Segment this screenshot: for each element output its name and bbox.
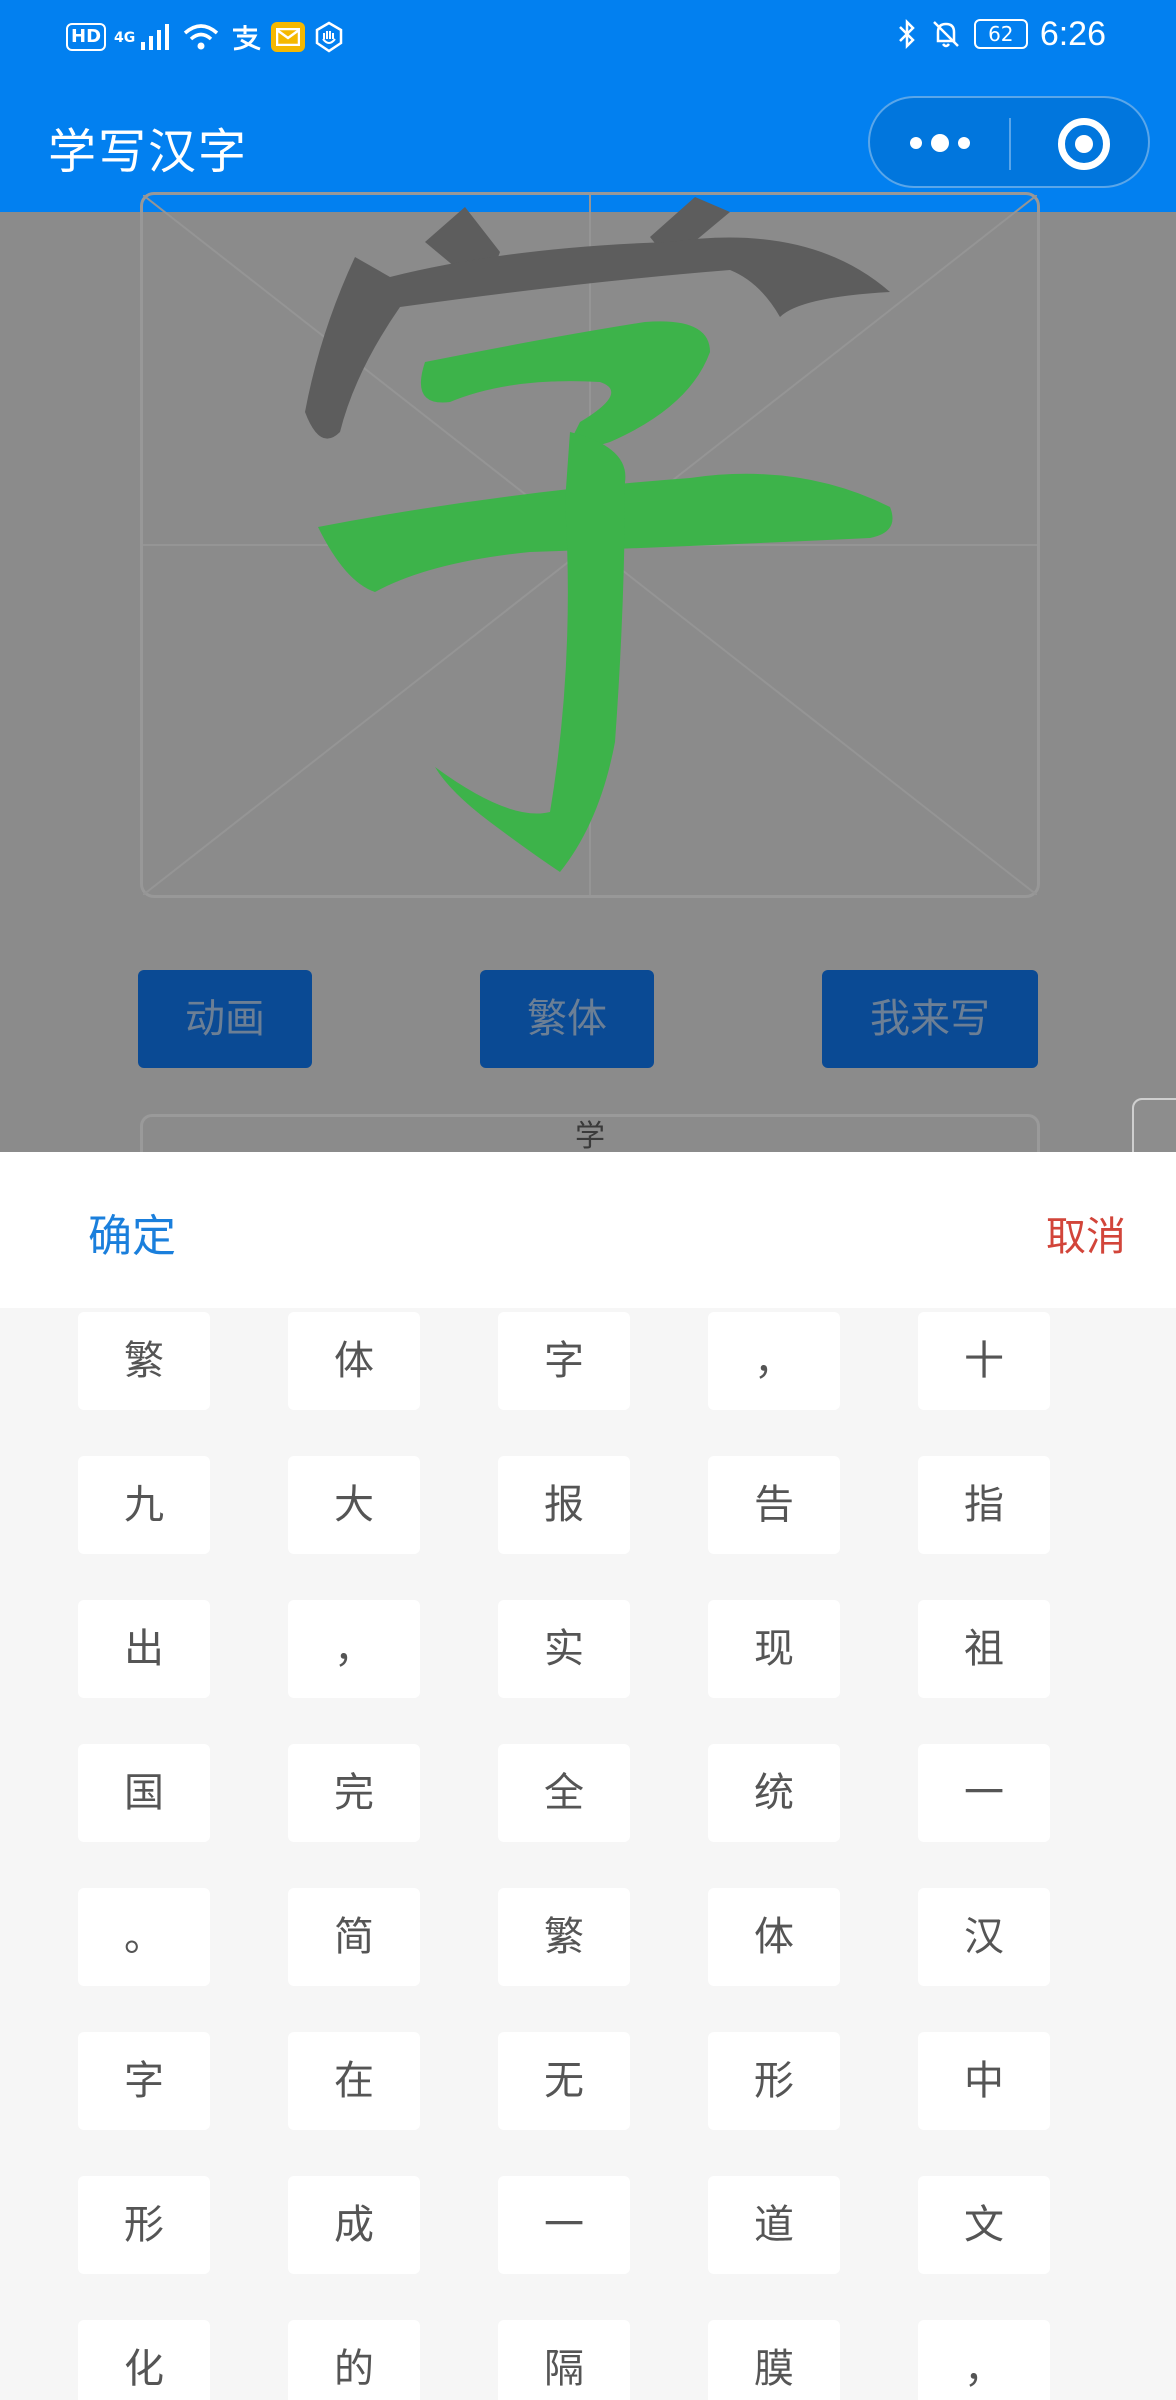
alipay-icon: [229, 17, 263, 57]
bell-off-icon: [930, 14, 962, 54]
character-option[interactable]: 字: [498, 1312, 630, 1410]
character-option[interactable]: 成: [288, 2176, 420, 2274]
cancel-button[interactable]: 取消: [1046, 1204, 1126, 1262]
character-option[interactable]: 字: [78, 2032, 210, 2130]
character-option[interactable]: 一: [918, 1744, 1050, 1842]
character-grid-list: 繁体字，十九大报告指出，实现祖国完全统一。简繁体汉字在无形中形成一道文化的隔膜，: [78, 1312, 1058, 2400]
character-option[interactable]: 形: [708, 2032, 840, 2130]
character-option[interactable]: 统: [708, 1744, 840, 1842]
character-option[interactable]: 祖: [918, 1600, 1050, 1698]
character-option[interactable]: 道: [708, 2176, 840, 2274]
capsule-divider: [1009, 118, 1011, 170]
signal-icon: [139, 17, 173, 57]
character-option[interactable]: 中: [918, 2032, 1050, 2130]
close-miniprogram-icon[interactable]: [1058, 118, 1110, 170]
character-option[interactable]: 繁: [498, 1888, 630, 1986]
character-option[interactable]: 告: [708, 1456, 840, 1554]
character-option[interactable]: 。: [78, 1888, 210, 1986]
character-picker: 繁体字，十九大报告指出，实现祖国完全统一。简繁体汉字在无形中形成一道文化的隔膜，: [0, 1308, 1176, 2400]
animation-button[interactable]: 动画: [138, 970, 312, 1068]
shield-icon: [313, 17, 345, 57]
network-type-label: 4G: [114, 30, 136, 46]
character-option[interactable]: ，: [918, 2320, 1050, 2400]
character-option[interactable]: 无: [498, 2032, 630, 2130]
character-option[interactable]: 指: [918, 1456, 1050, 1554]
character-option[interactable]: 报: [498, 1456, 630, 1554]
hd-icon: HD: [66, 23, 107, 51]
wifi-icon: [181, 17, 221, 57]
character-option[interactable]: 十: [918, 1312, 1050, 1410]
character-option[interactable]: 文: [918, 2176, 1050, 2274]
character-option[interactable]: 化: [78, 2320, 210, 2400]
character-option[interactable]: ，: [288, 1600, 420, 1698]
mail-icon: [271, 22, 306, 52]
character-option[interactable]: 体: [288, 1312, 420, 1410]
write-myself-button[interactable]: 我来写: [822, 970, 1038, 1068]
character-stroke-glyph: [305, 197, 893, 872]
character-option[interactable]: 现: [708, 1600, 840, 1698]
writing-area: 动画 繁体 我来写 学: [0, 192, 1176, 1174]
character-option[interactable]: 九: [78, 1456, 210, 1554]
character-option[interactable]: 的: [288, 2320, 420, 2400]
character-option[interactable]: 繁: [78, 1312, 210, 1410]
battery-icon: 62: [973, 19, 1028, 49]
character-option[interactable]: 完: [288, 1744, 420, 1842]
character-option[interactable]: ，: [708, 1312, 840, 1410]
character-option[interactable]: 一: [498, 2176, 630, 2274]
character-option[interactable]: 全: [498, 1744, 630, 1842]
status-bar: HD 4G 62 6:26: [0, 0, 1176, 72]
character-option[interactable]: 实: [498, 1600, 630, 1698]
character-option[interactable]: 出: [78, 1600, 210, 1698]
status-time: 6:26: [1039, 14, 1106, 53]
character-option[interactable]: 国: [78, 1744, 210, 1842]
character-option[interactable]: 简: [288, 1888, 420, 1986]
character-option[interactable]: 隔: [498, 2320, 630, 2400]
confirm-button[interactable]: 确定: [88, 1200, 176, 1264]
character-option[interactable]: 大: [288, 1456, 420, 1554]
page-title: 学写汉字: [48, 124, 249, 180]
character-option[interactable]: 在: [288, 2032, 420, 2130]
character-option[interactable]: 体: [708, 1888, 840, 1986]
bluetooth-icon: [896, 14, 918, 54]
more-icon[interactable]: [910, 128, 970, 158]
miniprogram-capsule: [868, 96, 1150, 188]
picker-header: 确定 取消: [0, 1152, 1176, 1308]
character-option[interactable]: 形: [78, 2176, 210, 2274]
character-option[interactable]: 膜: [708, 2320, 840, 2400]
traditional-button[interactable]: 繁体: [480, 970, 654, 1068]
character-option[interactable]: 汉: [918, 1888, 1050, 1986]
